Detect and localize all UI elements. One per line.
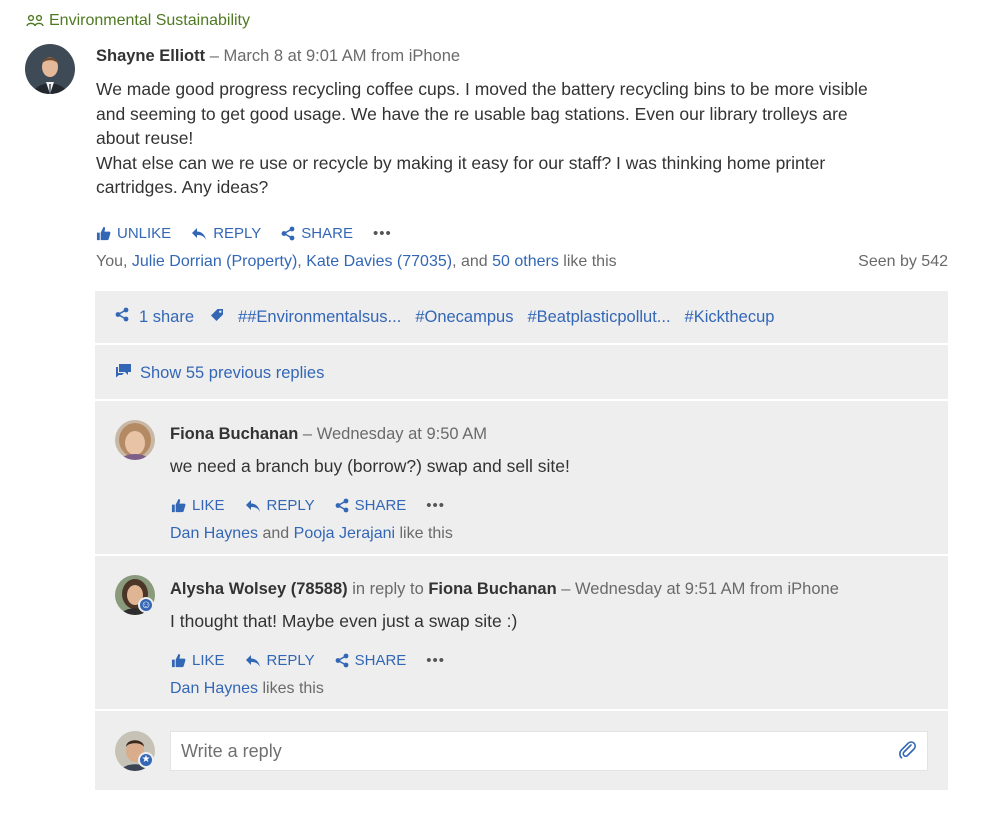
topic-tag[interactable]: #Kickthecup (685, 308, 775, 327)
seen-count[interactable]: Seen by 542 (858, 253, 948, 271)
post-body-line: We made good progress recycling coffee c… (96, 79, 868, 99)
share-button[interactable]: SHARE (335, 497, 407, 514)
group-name: Environmental Sustainability (49, 12, 250, 29)
more-options-button[interactable]: ••• (426, 497, 445, 514)
reply-actions: LIKE REPLY SHARE ••• (171, 652, 445, 669)
reply-body: we need a branch buy (borrow?) swap and … (170, 456, 570, 476)
share-button[interactable]: SHARE (335, 652, 407, 669)
reply-thread: 1 share ##Environmentalsus... #Onecampus… (95, 291, 948, 790)
shares-link[interactable]: 1 share (115, 307, 194, 327)
share-button[interactable]: SHARE (281, 225, 353, 242)
topic-tag[interactable]: #Onecampus (415, 308, 513, 327)
reply-meta: – Wednesday at 9:51 AM from iPhone (556, 580, 839, 598)
reply-body: I thought that! Maybe even just a swap s… (170, 611, 518, 631)
share-icon (281, 226, 295, 241)
like-label: LIKE (192, 652, 225, 669)
reply-label: REPLY (266, 497, 315, 514)
paperclip-icon[interactable] (897, 739, 917, 764)
liker-link[interactable]: Pooja Jerajani (294, 525, 395, 542)
reply-actions: LIKE REPLY SHARE ••• (171, 497, 445, 514)
liker-link[interactable]: Julie Dorrian (Property) (132, 253, 297, 270)
thumbs-up-icon (96, 226, 111, 241)
author-name[interactable]: Alysha Wolsey (78588) (170, 580, 348, 598)
likes-suffix: like this (563, 253, 617, 270)
like-button[interactable]: LIKE (171, 652, 225, 669)
show-previous-replies[interactable]: Show 55 previous replies (115, 363, 324, 383)
reply-label: REPLY (213, 225, 262, 242)
likes-suffix: likes this (258, 680, 324, 697)
post-meta: – March 8 at 9:01 AM from iPhone (205, 47, 461, 65)
unlike-label: UNLIKE (117, 225, 172, 242)
shares-count: 1 share (139, 307, 195, 326)
share-label: SHARE (354, 497, 407, 514)
share-label: SHARE (354, 652, 407, 669)
author-name[interactable]: Fiona Buchanan (170, 425, 298, 443)
tag-list: ##Environmentalsus... #Onecampus #Beatpl… (210, 308, 774, 327)
likes-suffix: like this (395, 525, 453, 542)
thumbs-up-icon (171, 498, 186, 513)
post-body-line: What else can we re use or recycle by ma… (96, 152, 826, 173)
post-body: We made good progress recycling coffee c… (96, 77, 936, 200)
reply-button[interactable]: REPLY (245, 497, 315, 514)
mood-badge-icon: ☺ (138, 597, 154, 613)
more-options-button[interactable]: ••• (373, 225, 392, 242)
likes-you: You, (96, 253, 128, 270)
liker-link[interactable]: Dan Haynes (170, 680, 258, 697)
unlike-button[interactable]: UNLIKE (96, 225, 171, 242)
topic-tag[interactable]: #Beatplasticpollut... (527, 308, 670, 327)
thumbs-up-icon (171, 653, 186, 668)
reply-to-author[interactable]: Fiona Buchanan (428, 580, 556, 598)
post-actions: UNLIKE REPLY SHARE ••• (96, 225, 392, 242)
reply-icon (245, 654, 261, 668)
tag-icon (210, 308, 224, 327)
share-icon (115, 307, 129, 327)
post-body-line: cartridges. Any ideas? (96, 177, 269, 197)
group-link[interactable]: Environmental Sustainability (26, 12, 250, 30)
others-link[interactable]: 50 others (492, 253, 559, 270)
avatar[interactable] (115, 420, 155, 460)
reply-button[interactable]: REPLY (245, 652, 315, 669)
reply-meta: – Wednesday at 9:50 AM (298, 425, 487, 443)
reply-label: REPLY (266, 652, 315, 669)
post-body-line: about reuse! (96, 128, 194, 148)
reply-header: Alysha Wolsey (78588) in reply to Fiona … (170, 580, 839, 599)
share-tag-bar: 1 share ##Environmentalsus... #Onecampus… (115, 307, 790, 327)
more-options-button[interactable]: ••• (426, 652, 445, 669)
reply-icon (191, 227, 207, 241)
reply-likes: Dan Haynes likes this (170, 680, 324, 698)
reply-button[interactable]: REPLY (191, 225, 261, 242)
reply-composer (170, 731, 928, 771)
divider (95, 709, 948, 711)
likes-and: , and (452, 253, 488, 270)
reply-icon (245, 499, 261, 513)
share-icon (335, 498, 349, 513)
divider (95, 399, 948, 401)
reply-input[interactable] (181, 740, 897, 762)
show-previous-label: Show 55 previous replies (140, 363, 325, 382)
liker-link[interactable]: Kate Davies (77035) (306, 253, 452, 270)
post-body-line: and seeming to get good usage. We have t… (96, 103, 848, 124)
avatar[interactable] (25, 44, 75, 94)
conversation-icon (115, 363, 132, 383)
author-name[interactable]: Shayne Elliott (96, 47, 205, 65)
share-icon (335, 653, 349, 668)
topic-tag[interactable]: ##Environmentalsus... (238, 308, 401, 327)
in-reply-to-label: in reply to (347, 580, 429, 598)
likes-separator: , (297, 253, 302, 270)
reply-header: Fiona Buchanan – Wednesday at 9:50 AM (170, 425, 487, 444)
likes-summary: You, Julie Dorrian (Property), Kate Davi… (96, 253, 617, 271)
liker-link[interactable]: Dan Haynes (170, 525, 258, 542)
divider (95, 343, 948, 345)
reply-likes: Dan Haynes and Pooja Jerajani like this (170, 525, 453, 543)
divider (95, 554, 948, 556)
share-label: SHARE (301, 225, 353, 242)
group-icon (26, 14, 44, 28)
post-header: Shayne Elliott – March 8 at 9:01 AM from… (96, 47, 460, 66)
like-label: LIKE (192, 497, 225, 514)
likes-and: and (258, 525, 294, 542)
star-badge-icon: ★ (138, 752, 154, 768)
like-button[interactable]: LIKE (171, 497, 225, 514)
